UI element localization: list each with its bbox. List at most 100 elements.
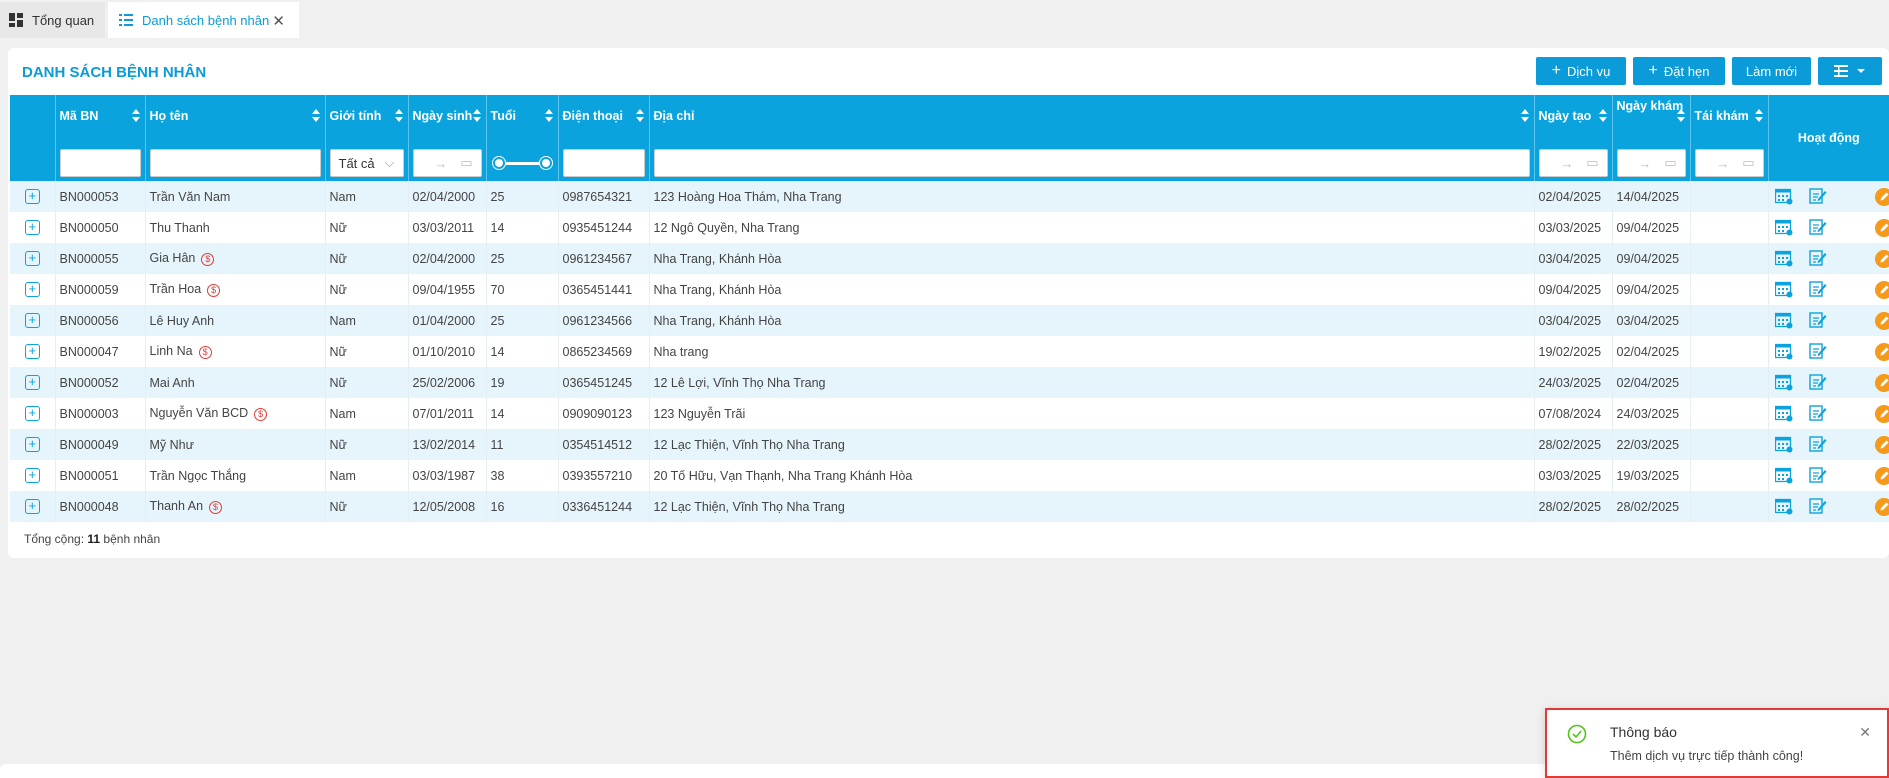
patient-name: Mai Anh [149,375,195,390]
column-settings-button[interactable] [1818,57,1882,85]
tab-patient-list[interactable]: Danh sách bệnh nhân ✕ [108,2,299,38]
calendar-add-icon[interactable] [1774,219,1793,236]
table-row[interactable]: + BN000049 Mỹ Như Nữ 13/02/2014 11 0354514512 1… [10,429,1889,460]
code-filter-input[interactable] [59,149,141,177]
tab-overview[interactable]: Tổng quan [0,2,105,38]
table-row[interactable]: + BN000047 Linh Na $ Nữ 01/10/2010 14 086523456… [10,336,1889,367]
pencil-icon[interactable] [1874,374,1888,392]
close-icon[interactable]: ✕ [1859,724,1871,741]
sort-icon[interactable] [1754,109,1763,123]
edit-note-icon[interactable] [1808,187,1827,205]
sort-icon[interactable] [311,109,320,123]
expand-row-button[interactable]: + [24,313,40,328]
address-filter-input[interactable] [653,149,1530,177]
edit-note-icon[interactable] [1808,435,1827,453]
expand-row-button[interactable]: + [24,251,40,266]
pencil-icon[interactable] [1874,405,1888,423]
calendar-add-icon[interactable] [1774,467,1793,484]
expand-row-button[interactable]: + [24,437,40,452]
calendar-add-icon[interactable] [1774,343,1793,360]
table-row[interactable]: + BN000055 Gia Hân $ Nữ 02/04/2000 25 096123456… [10,243,1889,274]
calendar-add-icon[interactable] [1774,188,1793,205]
sort-icon[interactable] [1598,109,1607,123]
close-icon[interactable]: ✕ [272,12,285,30]
expand-row-button[interactable]: + [24,406,40,421]
pencil-icon[interactable] [1874,312,1888,330]
cell-gender: Nữ [325,429,409,460]
service-button[interactable]: + Dịch vụ [1536,57,1626,85]
table-row[interactable]: + BN000052 Mai Anh Nữ 25/02/2006 19 0365451245… [10,367,1889,398]
table-row[interactable]: + BN000051 Trần Ngọc Thắng Nam 03/03/1987 38 0… [10,460,1889,491]
calendar-add-icon[interactable] [1774,498,1793,515]
expand-cell: + [10,212,56,243]
gender-filter-select[interactable]: Tất cả ⌵ [329,149,404,177]
edit-note-icon[interactable] [1808,280,1827,298]
appointment-button[interactable]: + Đặt hẹn [1633,57,1725,85]
edit-note-icon[interactable] [1808,404,1827,422]
calendar-add-icon[interactable] [1774,374,1793,391]
table-row[interactable]: + BN000059 Trần Hoa $ Nữ 09/04/1955 70 03654514… [10,274,1889,305]
expand-row-button[interactable]: + [24,468,40,483]
calendar-add-icon[interactable] [1774,436,1793,453]
pencil-icon[interactable] [1874,436,1888,454]
edit-note-icon[interactable] [1808,218,1827,236]
table-row[interactable]: + BN000056 Lê Huy Anh Nam 01/04/2000 25 096123… [10,305,1889,336]
sort-icon[interactable] [1520,109,1529,123]
pencil-icon[interactable] [1874,219,1888,237]
calendar-add-icon[interactable] [1774,250,1793,267]
name-filter-input[interactable] [149,149,321,177]
column-header-gender[interactable]: Giới tính Tất cả ⌵ [325,95,409,181]
sort-icon[interactable] [131,109,140,123]
created-filter-range[interactable]: → ▭ [1538,149,1608,177]
slider-handle-min[interactable] [492,157,505,169]
pencil-icon[interactable] [1874,281,1888,299]
sort-icon[interactable] [544,109,553,123]
table-row[interactable]: + BN000048 Thanh An $ Nữ 12/05/2008 16 03364512… [10,491,1889,522]
sort-icon[interactable] [635,109,644,123]
edit-note-icon[interactable] [1808,342,1827,360]
cell-created: 02/04/2025 [1534,181,1613,212]
column-header-age[interactable]: Tuổi [486,95,559,181]
calendar-add-icon[interactable] [1774,405,1793,422]
edit-note-icon[interactable] [1808,373,1827,391]
column-header-address[interactable]: Địa chỉ [649,95,1535,181]
expand-row-button[interactable]: + [24,220,40,235]
revisit-filter-range[interactable]: → ▭ [1694,149,1764,177]
pencil-icon[interactable] [1874,343,1888,361]
pencil-icon[interactable] [1874,188,1888,206]
column-header-revisit[interactable]: Tái khám → ▭ [1690,95,1769,181]
expand-row-button[interactable]: + [24,282,40,297]
phone-filter-input[interactable] [562,149,645,177]
edit-note-icon[interactable] [1808,497,1827,515]
visit-filter-range[interactable]: → ▭ [1616,149,1686,177]
table-row[interactable]: + BN000003 Nguyễn Văn BCD $ Nam 07/01/2011 14 0… [10,398,1889,429]
expand-row-button[interactable]: + [24,189,40,204]
age-range-slider[interactable] [491,149,554,177]
cell-phone: 0354514512 [558,429,650,460]
table-row[interactable]: + BN000050 Thu Thanh Nữ 03/03/2011 14 09354512… [10,212,1889,243]
column-header-name[interactable]: Họ tên [145,95,326,181]
slider-handle-max[interactable] [539,157,552,169]
sort-icon[interactable] [472,109,481,123]
column-header-dob[interactable]: Ngày sinh → ▭ [408,95,487,181]
calendar-add-icon[interactable] [1774,281,1793,298]
column-header-visit[interactable]: Ngày khám → ▭ [1612,95,1691,181]
expand-row-button[interactable]: + [24,499,40,514]
column-header-phone[interactable]: Điện thoại [558,95,650,181]
table-row[interactable]: + BN000053 Trần Văn Nam Nam 02/04/2000 25 0987… [10,181,1889,212]
edit-note-icon[interactable] [1808,466,1827,484]
expand-row-button[interactable]: + [24,344,40,359]
dob-filter-range[interactable]: → ▭ [412,149,482,177]
expand-row-button[interactable]: + [24,375,40,390]
pencil-icon[interactable] [1874,498,1888,516]
sort-icon[interactable] [394,109,403,123]
sort-icon[interactable] [1676,109,1685,123]
column-header-code[interactable]: Mã BN [55,95,146,181]
edit-note-icon[interactable] [1808,249,1827,267]
refresh-button[interactable]: Làm mới [1732,57,1811,85]
column-header-created[interactable]: Ngày tạo → ▭ [1534,95,1613,181]
edit-note-icon[interactable] [1808,311,1827,329]
pencil-icon[interactable] [1874,250,1888,268]
calendar-add-icon[interactable] [1774,312,1793,329]
pencil-icon[interactable] [1874,467,1888,485]
